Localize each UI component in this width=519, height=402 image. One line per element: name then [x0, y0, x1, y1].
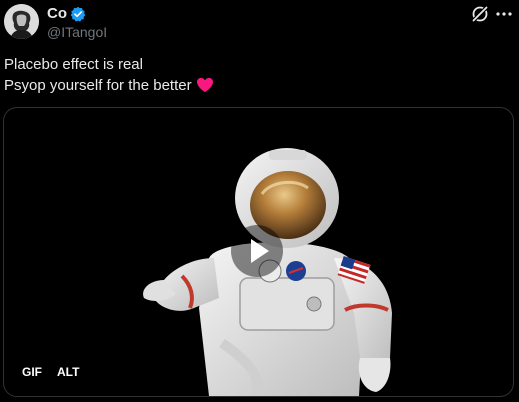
alt-text-button[interactable]: ALT [53, 363, 83, 381]
media-gif[interactable] [3, 107, 514, 397]
post-text-line-2-text: Psyop yourself for the better [4, 77, 192, 94]
grok-icon[interactable] [470, 4, 490, 24]
more-icon[interactable] [494, 4, 514, 24]
gif-badge: GIF [22, 365, 42, 379]
tweet-card: Co @ITangoI Placebo effect is real Psyop… [0, 0, 519, 402]
play-icon [251, 239, 269, 263]
post-text-line-1: Placebo effect is real [4, 56, 143, 73]
avatar[interactable] [4, 4, 39, 39]
author-handle[interactable]: @ITangoI [47, 24, 107, 41]
display-name[interactable]: Co [47, 5, 67, 23]
post-text-line-2: Psyop yourself for the better [4, 75, 214, 96]
author-name-row: Co [47, 5, 86, 23]
post-text: Placebo effect is real Psyop yourself fo… [4, 54, 214, 96]
verified-badge-icon [70, 6, 86, 22]
avatar-image [4, 4, 39, 39]
play-button[interactable] [231, 225, 283, 277]
heart-icon [196, 77, 213, 93]
